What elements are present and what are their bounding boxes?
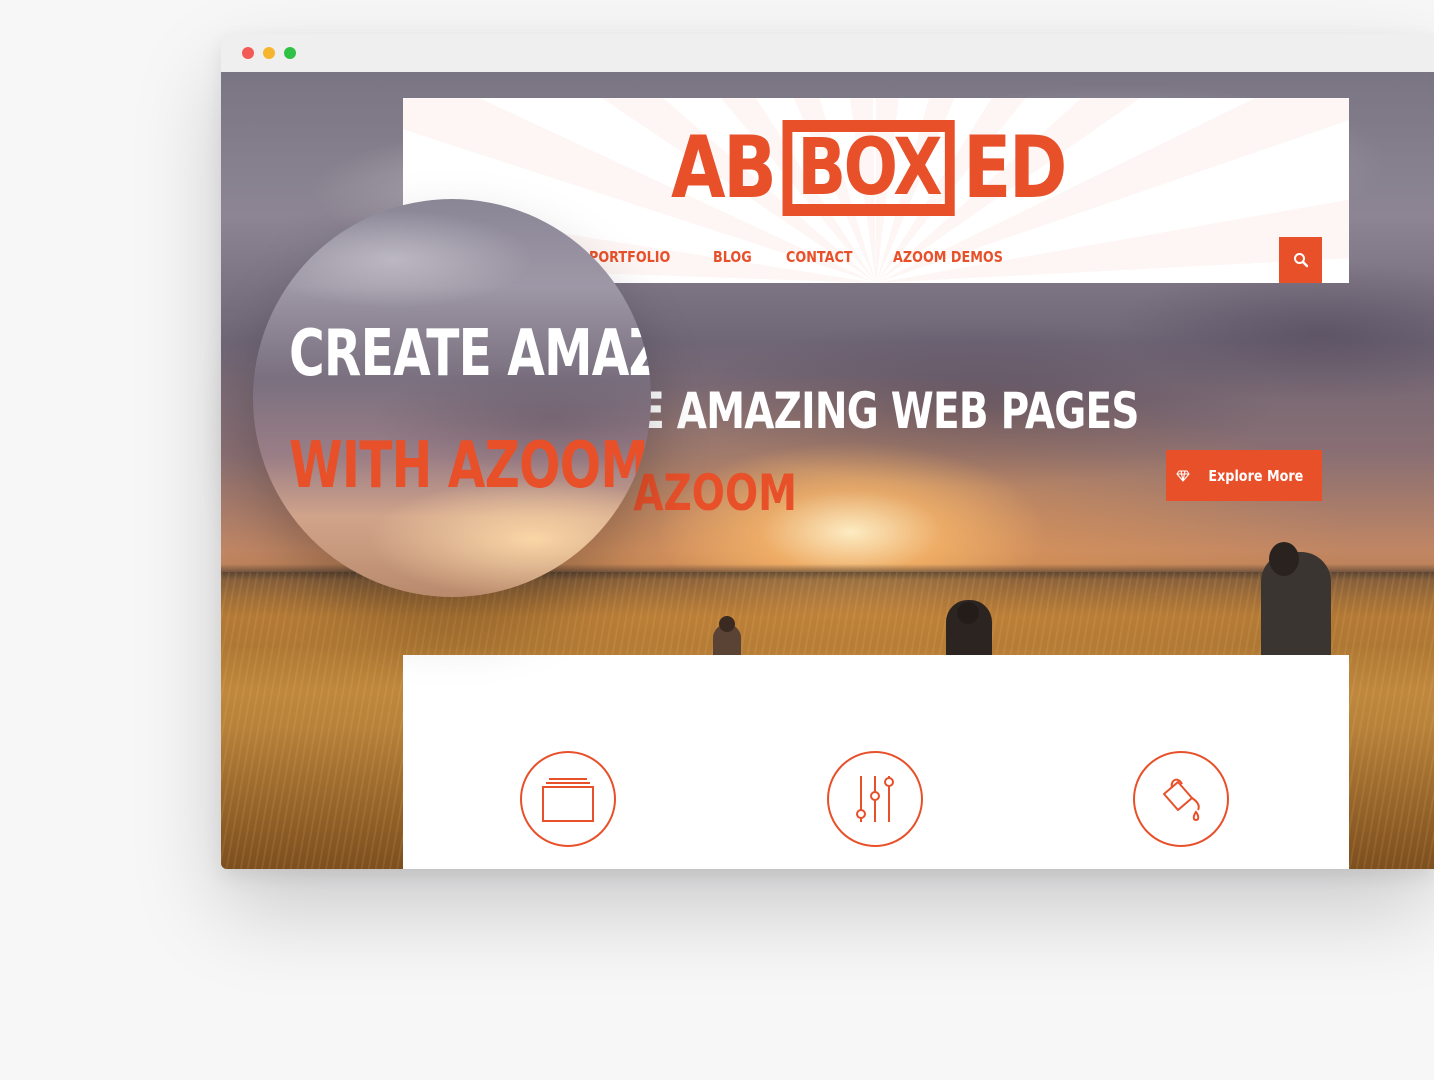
logo-right: ED [963,118,1067,218]
browser-titlebar [221,34,1434,72]
nav-item-azoom-demos[interactable]: AZOOM DEMOS [893,248,1003,266]
feature-customize[interactable] [1133,751,1229,847]
minimize-dot[interactable] [263,47,275,59]
search-button[interactable] [1279,237,1322,283]
person-figure-right-head [1269,542,1299,576]
sliders-icon [856,776,894,822]
logo-boxed: BOX [782,120,955,216]
window-stack-icon [542,778,594,822]
magnifier-clouds [253,199,651,597]
feature-windows[interactable] [520,751,616,847]
zoom-dot[interactable] [284,47,296,59]
logo-left: AB [671,118,777,218]
hero-headline-line1: CREATE AMAZING WEB PAGES [621,382,1139,440]
magnifier-headline-line1: CREATE AMAZ [289,317,651,391]
feature-settings[interactable] [827,751,923,847]
person-figure-middle-head [957,602,979,624]
close-dot[interactable] [242,47,254,59]
nav-item-contact[interactable]: CONTACT [786,248,852,266]
explore-more-button[interactable]: Explore More [1166,450,1322,501]
explore-more-label: Explore More [1208,466,1304,485]
hero-headline-line1-wrap: CREATE AMAZING WEB PAGES [621,382,1181,462]
magnifier-lens: CREATE AMAZ WITH AZOOM [253,199,651,597]
paint-bucket-icon [1163,778,1200,822]
person-figure-left-head [719,616,735,632]
search-icon [1293,253,1308,268]
stage: AB BOX ED PORTFOLIO BLOG CONTACT AZOOM D… [0,0,1434,1080]
site-logo[interactable]: AB BOX ED [671,118,1067,218]
magnifier-headline-line2: WITH AZOOM [289,429,649,503]
nav-item-blog[interactable]: BLOG [713,248,752,266]
features-card [403,655,1349,869]
hero-headline-line2-wrap: WITH AZOOM [621,464,891,544]
diamond-icon [1176,469,1190,482]
main-nav: PORTFOLIO BLOG CONTACT AZOOM DEMOS [589,248,1022,266]
